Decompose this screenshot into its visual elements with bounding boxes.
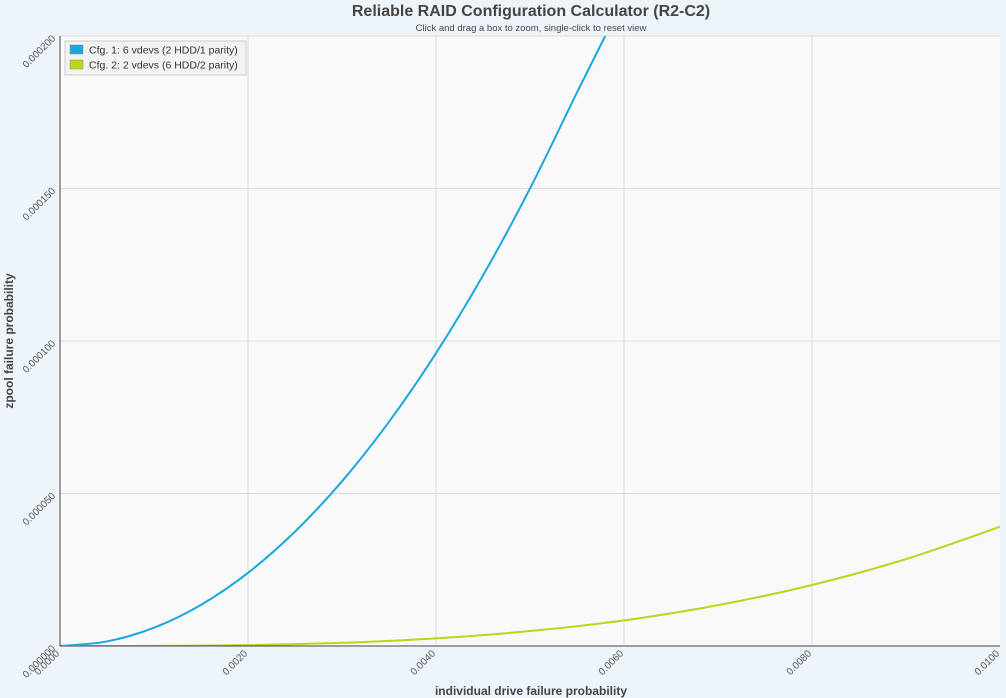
y-ticks: 0.0000000.0000500.0001000.0001500.000200 [21, 33, 59, 681]
x-axis-title: individual drive failure probability [435, 684, 627, 698]
chart-title: Reliable RAID Configuration Calculator (… [352, 3, 710, 20]
chart-subtitle: Click and drag a box to zoom, single-cli… [416, 23, 647, 34]
x-tick-label: 0.0060 [597, 648, 627, 678]
y-tick-label: 0.000200 [21, 33, 59, 71]
legend-swatch [69, 59, 84, 70]
y-axis-title: zpool failure probability [2, 273, 16, 409]
y-tick-label: 0.000150 [21, 186, 59, 224]
x-ticks: 0.0000 0.0020 0.0040 0.0060 0.0080 0.0100 [33, 648, 1003, 678]
legend-swatch [69, 44, 84, 55]
legend: Cfg. 1: 6 vdevs (2 HDD/1 parity) Cfg. 2: … [64, 40, 247, 76]
x-tick-label: 0.0020 [221, 648, 251, 678]
x-tick-label: 0.0040 [409, 648, 439, 678]
x-tick-label: 0.0080 [785, 648, 815, 678]
y-tick-label: 0.000100 [21, 338, 59, 376]
x-tick-label: 0.0100 [973, 648, 1003, 678]
legend-label: Cfg. 1: 6 vdevs (2 HDD/1 parity) [89, 45, 238, 57]
legend-label: Cfg. 2: 2 vdevs (6 HDD/2 parity) [89, 60, 238, 72]
y-tick-label: 0.000050 [21, 491, 59, 529]
chart[interactable]: Reliable RAID Configuration Calculator (… [0, 0, 1006, 698]
